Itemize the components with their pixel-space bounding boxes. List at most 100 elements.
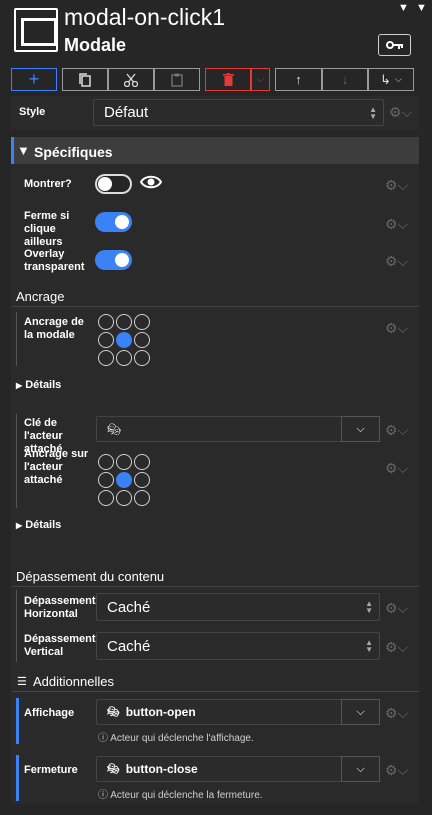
horizontal-select[interactable]: Caché ▲ ▼ [96,593,380,621]
vertical-guide [16,312,17,366]
gear-icon[interactable]: ⚙⌵ [389,104,412,121]
move-up-button[interactable]: ↑ [275,68,322,91]
gear-icon[interactable]: ⚙⌵ [385,320,408,337]
anchor-center[interactable] [116,472,132,488]
anchor-left[interactable] [98,472,114,488]
caret-right-icon: ▶ [16,381,23,390]
ferme-label: Ferme si clique ailleurs [24,210,70,248]
gear-icon[interactable]: ⚙⌵ [385,460,408,477]
component-type: Modale [64,35,127,55]
more-actions-button[interactable]: ↳ ⌵ [368,68,414,91]
details-toggle[interactable]: ▶ Détails [16,379,61,391]
anchor-bottom-left[interactable] [98,350,114,366]
affichage-value: button-open [125,705,196,719]
cle-select[interactable]: 🎭︎ [96,416,342,442]
actor-icon: 🎭︎ [107,423,121,436]
collapse-arrow-icon[interactable]: ▼ [398,2,409,14]
gear-icon[interactable]: ⚙⌵ [385,705,408,722]
gear-icon[interactable]: ⚙⌵ [385,639,408,656]
delete-button[interactable] [205,68,251,91]
copy-icon [79,72,91,87]
affichage-help: ⓘ Acteur qui déclenche l'affichage. [98,729,254,744]
info-icon: ⓘ [98,790,108,801]
details-toggle[interactable]: ▶ Détails [16,519,61,531]
actor-icon: 🎭︎ [107,763,120,775]
anchor-left[interactable] [98,332,114,348]
anchor-top-right[interactable] [134,314,150,330]
info-icon: ⓘ [98,733,108,744]
component-title: modal-on-click1 [64,4,226,30]
style-select[interactable]: Défaut ▲ ▼ [93,99,384,126]
depassement-title: Dépassement du contenu [16,569,165,584]
montrer-toggle[interactable] [95,174,132,194]
anchor-top-left[interactable] [98,454,114,470]
chevron-down-icon: ⌵ [257,74,264,84]
move-down-button[interactable]: ↓ [322,68,368,91]
anchor-top-right[interactable] [134,454,150,470]
anchor-bottom-right[interactable] [134,350,150,366]
fermeture-help-text: Acteur qui déclenche la fermeture. [110,790,263,801]
gear-icon[interactable]: ⚙⌵ [385,762,408,779]
paste-button[interactable] [154,68,200,91]
key-button[interactable] [378,34,411,56]
cut-button[interactable] [108,68,154,91]
ancrage-modale-label: Ancrage de la modale [24,316,84,341]
anchor-bottom-right[interactable] [134,490,150,506]
fermeture-value: button-close [125,762,198,776]
horizontal-value: Caché [107,598,151,616]
divider [11,586,419,587]
eye-icon[interactable] [139,173,163,196]
vertical-guide [16,414,17,508]
menu-arrow-icon[interactable]: ▼ [416,2,427,14]
anchor-top[interactable] [116,314,132,330]
fermeture-help: ⓘ Acteur qui déclenche la fermeture. [98,786,263,801]
fermeture-accent [16,755,19,801]
gear-icon[interactable]: ⚙⌵ [385,600,408,617]
vertical-value: Caché [107,637,151,655]
style-value: Défaut [104,104,149,121]
montrer-label: Montrer? [24,178,72,190]
ferme-toggle[interactable] [95,212,132,232]
specifiques-collapse-icon: ▼ [17,143,30,158]
additionnelles-title: Additionnelles [33,674,114,689]
anchor-bottom-left[interactable] [98,490,114,506]
gear-icon[interactable]: ⚙⌵ [385,253,408,270]
gear-icon[interactable]: ⚙⌵ [385,177,408,194]
gear-icon[interactable]: ⚙⌵ [385,216,408,233]
fermeture-select[interactable]: 🎭︎ button-close [96,756,342,782]
affichage-dropdown-button[interactable]: ⌵ [341,699,380,725]
add-button[interactable]: + [11,68,57,91]
clipboard-icon [171,73,183,87]
affichage-select[interactable]: 🎭︎ button-open [96,699,342,725]
overlay-toggle[interactable] [95,250,132,270]
divider [11,306,419,307]
delete-options-button[interactable]: ⌵ [251,68,270,91]
affichage-label: Affichage [24,707,75,719]
anchor-center[interactable] [116,332,132,348]
sur-acteur-label: Ancrage sur l'acteur attaché [24,448,89,486]
gear-icon[interactable]: ⚙⌵ [385,422,408,439]
anchor-top-left[interactable] [98,314,114,330]
updown-icon: ▲ ▼ [365,638,373,654]
anchor-right[interactable] [134,332,150,348]
chevron-down-icon: ⌵ [395,74,402,84]
ancrage-acteur-grid[interactable] [98,454,152,508]
chevron-down-icon: ⌵ [356,705,365,718]
list-icon: ☰ [17,676,27,688]
cle-dropdown-button[interactable]: ⌵ [341,416,380,442]
anchor-top[interactable] [116,454,132,470]
vertical-select[interactable]: Caché ▲ ▼ [96,632,380,660]
key-icon [385,41,403,49]
ancrage-grid[interactable] [98,314,152,368]
chevron-down-icon: ⌵ [356,762,365,775]
copy-button[interactable] [62,68,108,91]
fermeture-dropdown-button[interactable]: ⌵ [341,756,380,782]
anchor-bottom[interactable] [116,490,132,506]
divider [11,691,419,692]
overlay-label: Overlay transparent [24,248,85,273]
scissors-icon [124,73,138,87]
component-icon [14,8,58,52]
anchor-right[interactable] [134,472,150,488]
caret-right-icon: ▶ [16,521,23,530]
anchor-bottom[interactable] [116,350,132,366]
